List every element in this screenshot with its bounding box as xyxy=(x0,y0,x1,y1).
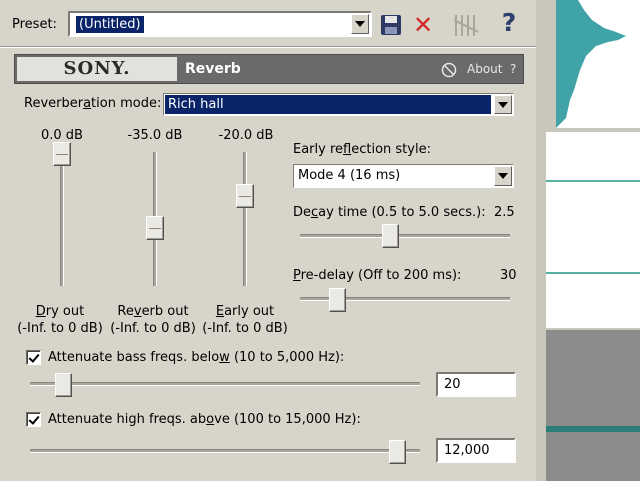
sony-logo: SONY. xyxy=(17,57,177,81)
pre-delay-slider[interactable] xyxy=(328,288,346,312)
help-button[interactable]: ? xyxy=(496,8,522,38)
save-icon xyxy=(381,15,401,35)
attenuate-high-track[interactable] xyxy=(30,449,420,453)
attenuate-high-checkbox[interactable] xyxy=(26,412,41,427)
dry-out-fader[interactable] xyxy=(53,142,71,166)
attenuate-bass-track[interactable] xyxy=(30,382,420,386)
early-reflection-label: Early reflection style: xyxy=(293,142,431,157)
delete-preset-button[interactable]: ✕ xyxy=(410,12,436,38)
early-out-range: (-Inf. to 0 dB) xyxy=(202,321,288,336)
dry-out-db: 0.0 dB xyxy=(41,128,83,143)
reverb-mode-dropdown[interactable]: Rich hall xyxy=(163,93,514,116)
save-preset-button[interactable] xyxy=(380,14,402,36)
pre-delay-value: 30 xyxy=(500,268,517,283)
chevron-down-icon[interactable] xyxy=(351,14,369,34)
about-link[interactable]: About xyxy=(467,62,502,76)
reverb-out-db: -35.0 dB xyxy=(127,128,183,143)
reverb-out-range: (-Inf. to 0 dB) xyxy=(110,321,196,336)
attenuate-high-label: Attenuate high freqs. above (100 to 15,0… xyxy=(48,412,361,427)
track-lane[interactable] xyxy=(546,132,640,328)
reverb-mode-label: Reverberation mode: xyxy=(24,96,162,111)
early-out-fader[interactable] xyxy=(236,184,254,208)
early-reflection-value: Mode 4 (16 ms) xyxy=(298,168,401,183)
attenuate-high-input[interactable]: 12,000 xyxy=(436,438,516,463)
early-out-label: Early out xyxy=(215,304,275,319)
attenuate-bass-label: Attenuate bass freqs. below (10 to 5,000… xyxy=(48,350,345,365)
dry-out-range: (-Inf. to 0 dB) xyxy=(17,321,103,336)
about-help-link[interactable]: ? xyxy=(510,62,516,76)
pre-delay-label: Pre-delay (Off to 200 ms): xyxy=(293,268,462,283)
bypass-icon[interactable] xyxy=(441,62,457,78)
attenuate-bass-input[interactable]: 20 xyxy=(436,372,516,397)
waveform-display[interactable] xyxy=(556,0,640,128)
early-reflection-dropdown[interactable]: Mode 4 (16 ms) xyxy=(293,164,514,188)
decay-time-label: Decay time (0.5 to 5.0 secs.): xyxy=(293,205,486,220)
plugin-header: SONY. Reverb About ? xyxy=(14,54,524,84)
track-divider xyxy=(546,272,640,274)
preset-value: (Untitled) xyxy=(76,16,144,33)
waveform-icon xyxy=(556,0,626,128)
plugin-name: Reverb xyxy=(185,61,241,77)
decay-time-value: 2.5 xyxy=(494,205,515,220)
delete-icon: ✕ xyxy=(412,11,434,39)
plugin-chain-icon xyxy=(453,15,479,36)
dry-out-label: Dry out xyxy=(35,304,85,319)
track-divider xyxy=(546,180,640,182)
attenuate-high-slider[interactable] xyxy=(389,440,407,464)
dry-out-track[interactable] xyxy=(60,152,64,286)
decay-time-track[interactable] xyxy=(300,234,510,238)
help-icon: ? xyxy=(501,8,517,37)
early-out-track[interactable] xyxy=(243,152,247,286)
chevron-down-icon[interactable] xyxy=(494,95,512,114)
plugin-chain-button[interactable] xyxy=(452,12,480,38)
toolbar-divider xyxy=(0,46,536,48)
reverb-out-label: Reverb out xyxy=(117,304,189,319)
attenuate-bass-slider[interactable] xyxy=(54,373,72,397)
chevron-down-icon[interactable] xyxy=(494,166,512,186)
reverb-out-fader[interactable] xyxy=(146,215,164,240)
track-lane-empty[interactable] xyxy=(546,330,640,481)
attenuate-bass-checkbox[interactable] xyxy=(26,350,41,365)
reverb-mode-value: Rich hall xyxy=(165,95,491,114)
decay-time-slider[interactable] xyxy=(382,224,400,248)
preset-label: Preset: xyxy=(12,17,57,32)
track-timeline-bar xyxy=(546,426,640,432)
preset-dropdown[interactable]: (Untitled) xyxy=(68,11,372,37)
early-out-db: -20.0 dB xyxy=(218,128,274,143)
